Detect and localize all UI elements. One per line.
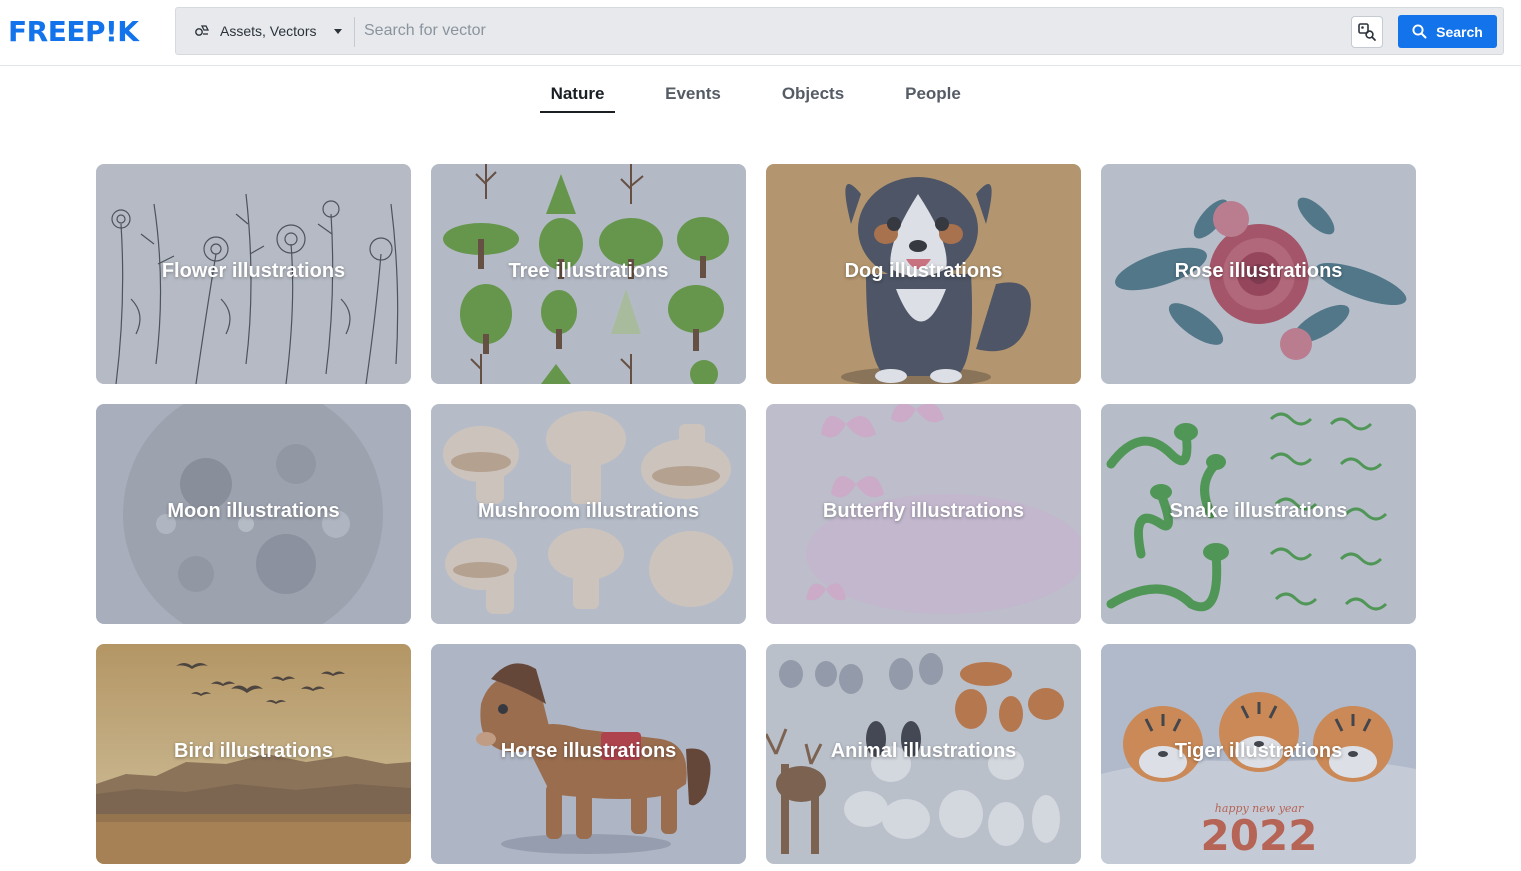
- card-butterfly[interactable]: Butterfly illustrations: [766, 404, 1081, 624]
- card-label: Snake illustrations: [1169, 500, 1348, 522]
- card-label: Moon illustrations: [167, 500, 340, 522]
- card-label: Butterfly illustrations: [822, 500, 1025, 522]
- card-label: Bird illustrations: [174, 740, 333, 762]
- tab-nature[interactable]: Nature: [540, 84, 615, 114]
- card-mushroom[interactable]: Mushroom illustrations: [431, 404, 746, 624]
- category-tabs: Nature Events Objects People: [0, 76, 1521, 116]
- card-dog[interactable]: Dog illustrations: [766, 164, 1081, 384]
- card-tiger[interactable]: happy new year 2022 Tiger illustrations: [1101, 644, 1416, 864]
- card-label: Rose illustrations: [1174, 260, 1343, 282]
- assets-icon: [195, 25, 210, 36]
- search-button[interactable]: Search: [1398, 15, 1497, 48]
- card-label: Dog illustrations: [844, 260, 1003, 282]
- card-moon[interactable]: Moon illustrations: [96, 404, 411, 624]
- freepik-logo[interactable]: FREEP!K: [8, 15, 139, 48]
- card-snake[interactable]: Snake illustrations: [1101, 404, 1416, 624]
- image-search-icon: [1358, 23, 1376, 41]
- tab-objects[interactable]: Objects: [773, 84, 853, 114]
- top-header: FREEP!K Assets, Vectors Search for vecto…: [0, 0, 1521, 66]
- tab-events[interactable]: Events: [655, 84, 731, 114]
- asset-type-label: Assets, Vectors: [220, 23, 317, 39]
- card-tree[interactable]: Tree illustrations: [431, 164, 746, 384]
- search-bar: Assets, Vectors Search: [175, 7, 1504, 55]
- search-icon: [1412, 24, 1427, 39]
- card-flower[interactable]: Flower illustrations: [96, 164, 411, 384]
- asset-type-dropdown[interactable]: Assets, Vectors: [182, 14, 352, 48]
- card-label: Horse illustrations: [500, 740, 677, 762]
- divider: [354, 17, 355, 47]
- card-horse[interactable]: Horse illustrations: [431, 644, 746, 864]
- card-label: Flower illustrations: [161, 260, 346, 282]
- search-button-label: Search: [1436, 23, 1483, 40]
- card-label: Animal illustrations: [830, 740, 1017, 762]
- tab-people[interactable]: People: [893, 84, 973, 114]
- card-label: Mushroom illustrations: [477, 500, 700, 522]
- chevron-down-icon: [334, 28, 343, 34]
- card-rose[interactable]: Rose illustrations: [1101, 164, 1416, 384]
- card-label: Tiger illustrations: [1174, 740, 1343, 762]
- card-bird[interactable]: Bird illustrations: [96, 644, 411, 864]
- card-animal[interactable]: Animal illustrations: [766, 644, 1081, 864]
- search-input[interactable]: [364, 14, 1324, 48]
- active-tab-indicator: [540, 111, 615, 113]
- image-search-button[interactable]: [1351, 16, 1383, 48]
- card-label: Tree illustrations: [508, 260, 669, 282]
